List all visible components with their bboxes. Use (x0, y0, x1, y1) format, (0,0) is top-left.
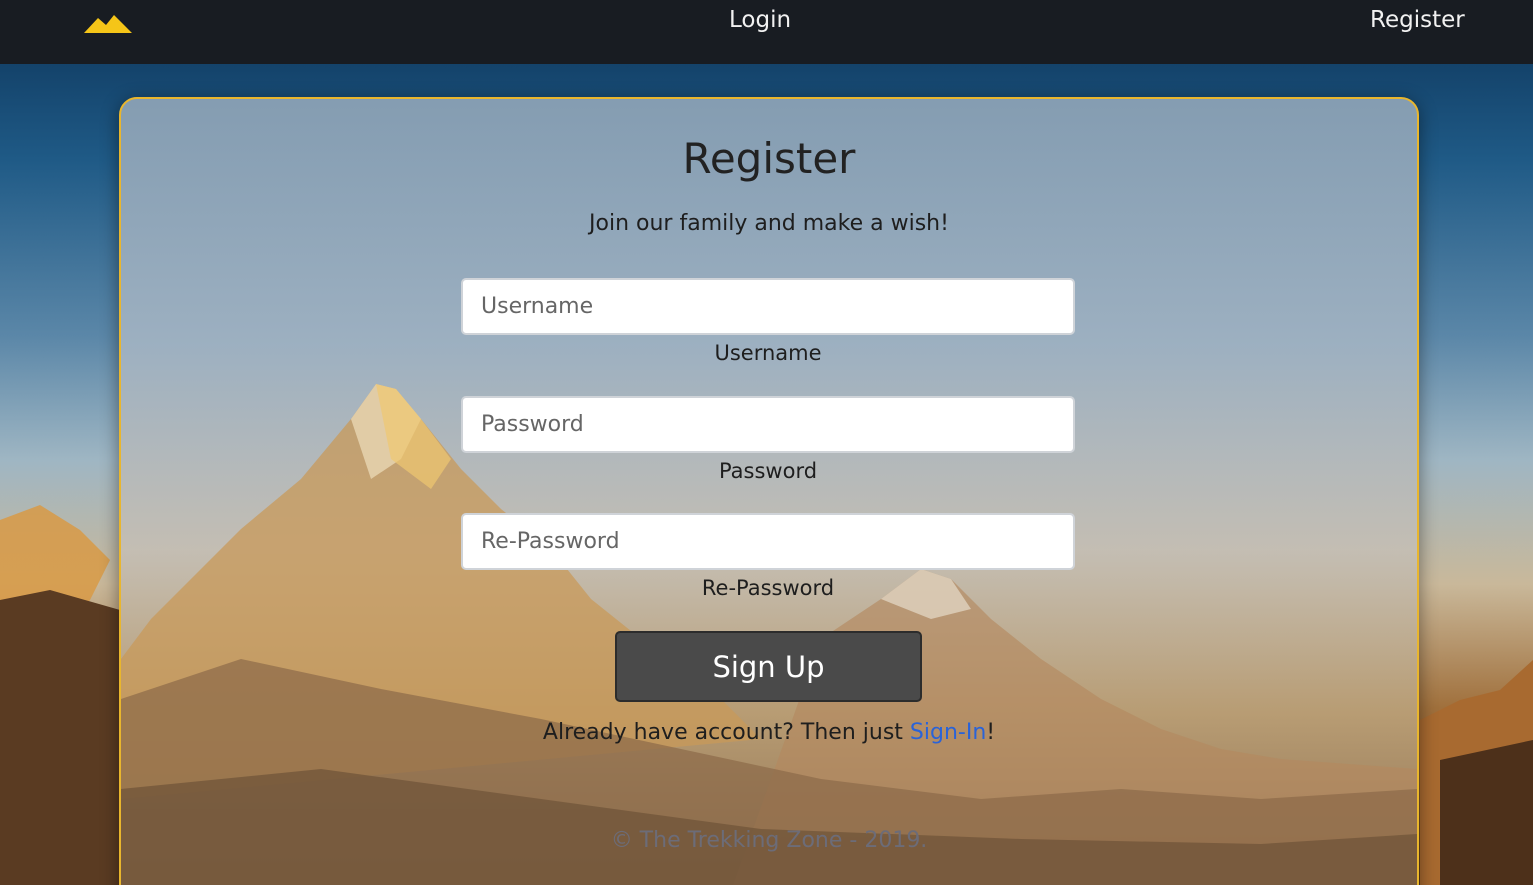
password-label: Password (718, 459, 818, 483)
password-field-group: Password (461, 396, 1075, 486)
top-navbar: Login Register (0, 0, 1533, 64)
username-input[interactable] (461, 278, 1075, 335)
page-subtitle: Join our family and make a wish! (589, 211, 949, 236)
sign-up-button[interactable]: Sign Up (615, 631, 922, 702)
username-label: Username (714, 341, 822, 365)
nav-login-link[interactable]: Login (729, 5, 791, 35)
mountain-logo-icon[interactable] (84, 12, 132, 34)
page-title: Register (682, 134, 856, 183)
re-password-input[interactable] (461, 513, 1075, 570)
signin-prompt-text: Already have account? Then just (542, 720, 910, 745)
signin-prompt: Already have account? Then just Sign-In! (121, 718, 1417, 748)
signin-prompt-suffix: ! (986, 720, 996, 745)
re-password-label: Re-Password (701, 576, 835, 600)
username-field-group: Username (461, 278, 1075, 368)
nav-register-link[interactable]: Register (1370, 5, 1465, 35)
re-password-field-group: Re-Password (461, 513, 1075, 603)
password-input[interactable] (461, 396, 1075, 453)
footer-copyright: © The Trekking Zone - 2019. (610, 828, 928, 853)
sign-in-link[interactable]: Sign-In (910, 720, 986, 745)
register-card: Register Join our family and make a wish… (119, 97, 1419, 885)
